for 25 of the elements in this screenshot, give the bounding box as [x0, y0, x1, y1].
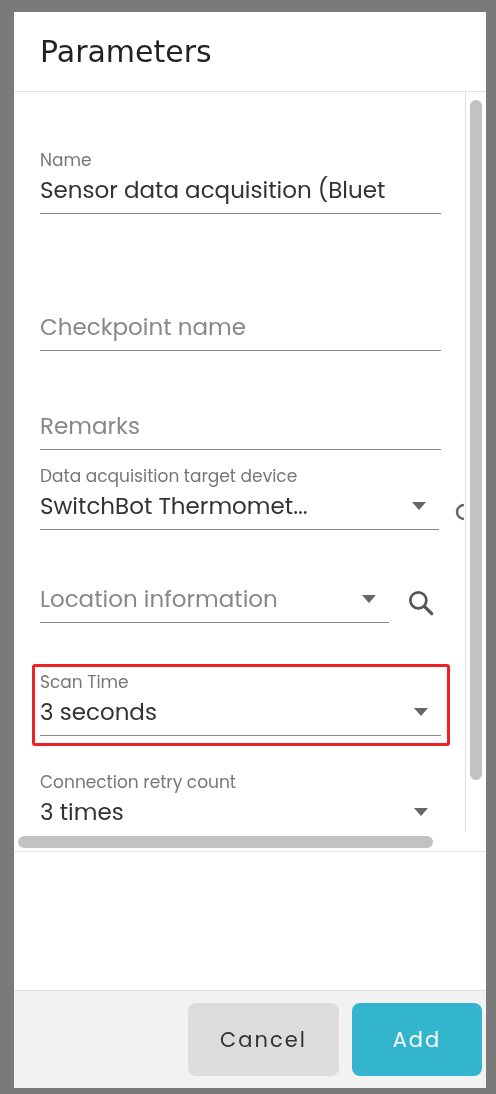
input-field[interactable]: Remarks	[40, 407, 441, 450]
field-value: SwitchBot Thermomet...	[40, 491, 308, 521]
field-placeholder: Remarks	[40, 411, 140, 441]
field-placeholder: Checkpoint name	[40, 312, 246, 342]
dropdown-field[interactable]: Location information	[40, 580, 389, 623]
input-field[interactable]: Name Sensor data acquisition (Bluet	[40, 149, 441, 214]
input-field[interactable]: Checkpoint name	[40, 308, 441, 351]
caret-icon	[413, 808, 429, 816]
field-label: Data acquisition target device	[40, 465, 299, 487]
dropdown-field[interactable]: Scan Time 3 seconds	[40, 671, 441, 736]
field-placeholder: Location information	[40, 584, 278, 614]
vertical-scrollbar[interactable]	[470, 100, 482, 780]
field-value: 3 seconds	[40, 697, 157, 727]
cancel-button[interactable]: Cancel	[188, 1003, 339, 1076]
field-label: Scan Time	[40, 671, 130, 693]
field-label: Connection retry count	[40, 771, 237, 793]
field-value: 3 times	[40, 797, 124, 827]
horizontal-scrollbar[interactable]	[18, 835, 433, 848]
field-value: Sensor data acquisition (Bluet	[40, 175, 386, 205]
caret-icon	[413, 708, 429, 716]
caret-icon	[411, 502, 428, 510]
dialog-title: Parameters	[40, 33, 212, 71]
dropdown-field[interactable]: Data acquisition target device SwitchBot Thermomet...	[40, 465, 440, 530]
field-label: Name	[40, 149, 93, 171]
caret-icon	[361, 595, 377, 603]
